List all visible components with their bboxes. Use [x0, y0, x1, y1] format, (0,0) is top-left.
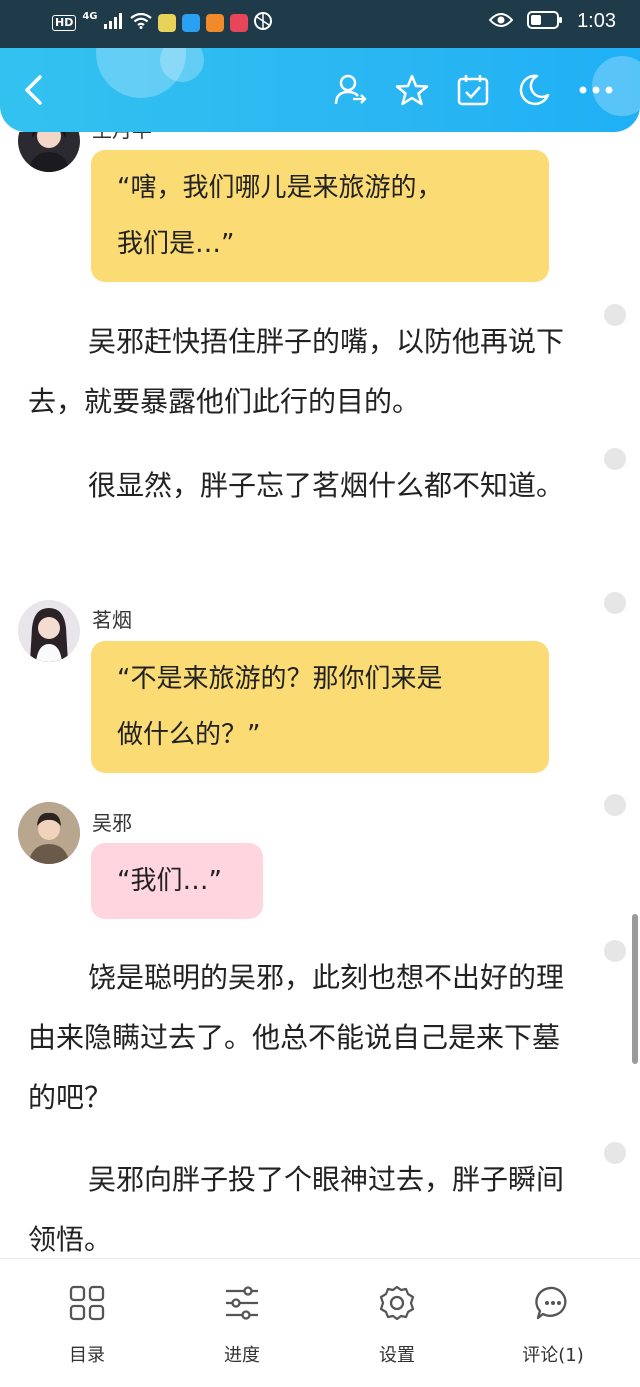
clock: 1:03 [577, 10, 616, 32]
chat-line: “不是来旅游的？那你们来是 [117, 664, 443, 694]
nav-label: 目录 [69, 1345, 105, 1366]
paragraph: 很显然，胖子忘了茗烟什么都不知道。 [88, 469, 565, 502]
nav-label: 设置 [379, 1345, 415, 1366]
paragraph-comment-dot[interactable] [604, 940, 626, 962]
avatar [18, 132, 80, 172]
settings-gear-icon [342, 1281, 452, 1325]
network-type: 4G [82, 11, 98, 22]
calendar-check-icon[interactable] [453, 70, 493, 110]
nav-catalog[interactable]: 目录 [32, 1281, 142, 1367]
browser-app-icon [253, 12, 272, 34]
paragraph-comment-dot[interactable] [604, 592, 626, 614]
app-notification-icon [157, 14, 176, 32]
paragraph-comment-dot[interactable] [604, 794, 626, 816]
nav-progress[interactable]: 进度 [187, 1281, 297, 1367]
scrollbar[interactable] [632, 914, 638, 1064]
reader-content[interactable]: 王月半 “嗐，我们哪儿是来旅游的， 我们是…” 吴邪赶快捂住胖子的嘴，以防他再说… [0, 132, 640, 1258]
chat-bubble: “嗐，我们哪儿是来旅游的， 我们是…” [91, 150, 549, 282]
star-icon[interactable] [392, 70, 432, 110]
user-switch-icon[interactable] [330, 70, 370, 110]
chat-line: “我们…” [117, 866, 222, 896]
chat-bubble: “我们…” [91, 843, 263, 919]
nav-label: 评论(1) [522, 1345, 584, 1366]
moon-icon[interactable] [514, 70, 554, 110]
status-left: HD 4G [52, 12, 272, 34]
speaker-name: 茗烟 [92, 608, 132, 632]
search-app-icon [181, 14, 200, 32]
speaker-name: 吴邪 [92, 811, 132, 835]
paragraph-comment-dot[interactable] [604, 304, 626, 326]
chat-bubble: “不是来旅游的？那你们来是 做什么的？” [91, 641, 549, 773]
back-icon[interactable] [14, 70, 54, 110]
avatar [18, 802, 80, 864]
speaker-name: 王月半 [92, 132, 152, 143]
paragraph-comment-dot[interactable] [604, 448, 626, 470]
battery-icon [527, 10, 563, 33]
chat-line: 我们是…” [117, 229, 235, 259]
status-bar: HD 4G 1:03 [0, 0, 640, 48]
video-app-icon [205, 14, 224, 32]
nav-label: 进度 [224, 1345, 260, 1366]
catalog-icon [32, 1281, 142, 1325]
reader-app-bar [0, 48, 640, 132]
chat-line: “嗐，我们哪儿是来旅游的， [117, 173, 443, 203]
paragraph: 吴邪赶快捂住胖子的嘴，以防他再说下去，就要暴露他们此行的目的。 [28, 325, 565, 418]
status-right: 1:03 [488, 10, 616, 33]
paragraph: 吴邪向胖子投了个眼神过去，胖子瞬间领悟。 [28, 1163, 565, 1256]
eye-comfort-icon [488, 12, 514, 32]
reader-app-icon [229, 14, 248, 32]
hd-badge: HD [52, 15, 77, 31]
comment-icon [498, 1281, 608, 1325]
signal-icon [103, 13, 124, 33]
chat-line: 做什么的？” [117, 720, 261, 750]
bottom-nav: 目录 进度 设置 评论(1) [0, 1258, 640, 1387]
nav-settings[interactable]: 设置 [342, 1281, 452, 1367]
paragraph-comment-dot[interactable] [604, 1142, 626, 1164]
more-icon[interactable] [576, 70, 616, 110]
paragraph: 饶是聪明的吴邪，此刻也想不出好的理由来隐瞒过去了。他总不能说自己是来下墓的吧？ [28, 961, 565, 1114]
avatar [18, 600, 80, 662]
progress-sliders-icon [187, 1281, 297, 1325]
nav-comments[interactable]: 评论(1) [498, 1281, 608, 1367]
wifi-icon [129, 12, 152, 33]
